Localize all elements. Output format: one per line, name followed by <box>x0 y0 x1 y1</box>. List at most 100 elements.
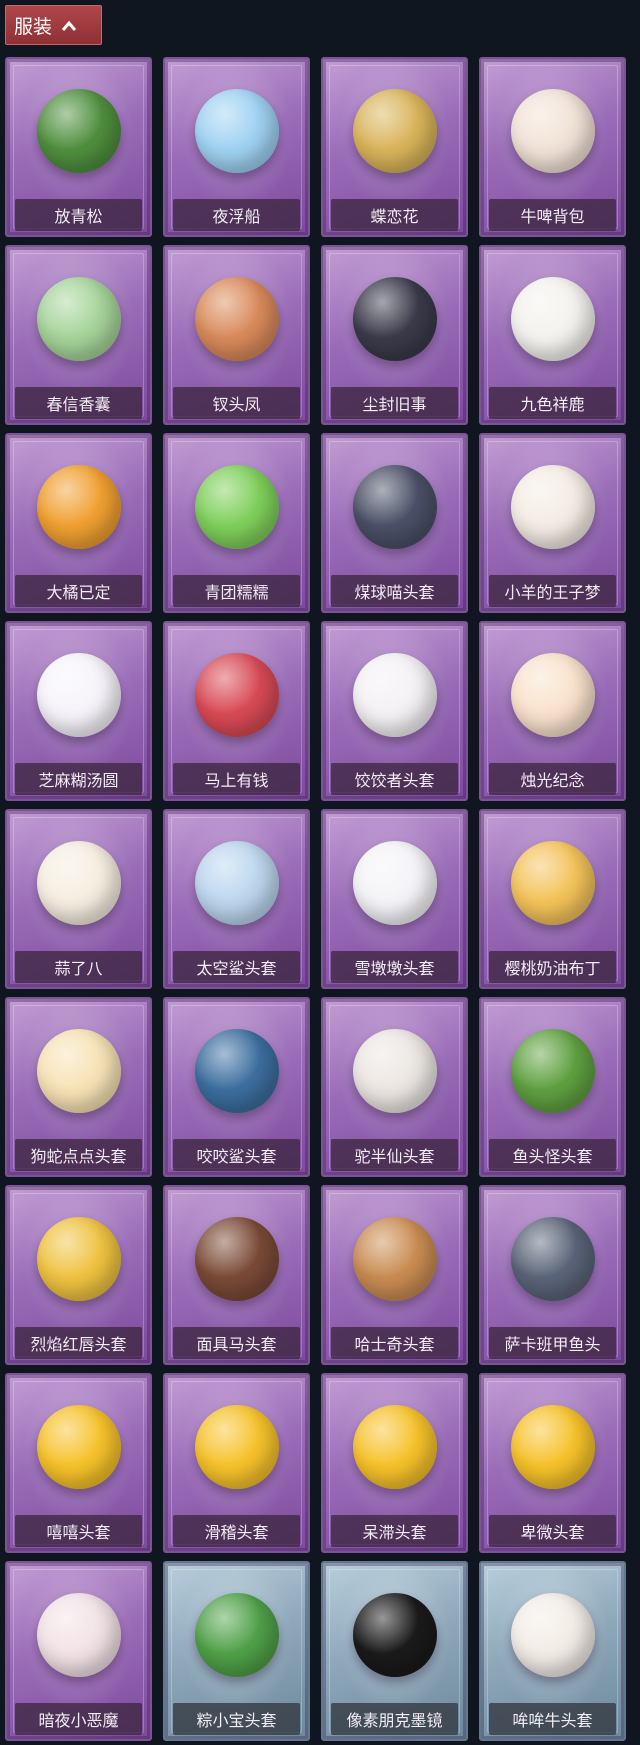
costume-card[interactable]: 九色祥鹿 <box>479 245 626 425</box>
costume-card-label: 嘻嘻头套 <box>15 1515 142 1547</box>
costume-card-label: 哈士奇头套 <box>331 1327 458 1359</box>
costume-card-label: 小羊的王子梦 <box>489 575 616 607</box>
costume-card-label: 夜浮船 <box>173 199 300 231</box>
zongzi-head-icon <box>189 1579 285 1691</box>
costume-card[interactable]: 钗头凤 <box>163 245 310 425</box>
costume-card[interactable]: 咬咬鲨头套 <box>163 997 310 1177</box>
jellyfish-icon <box>189 75 285 187</box>
costume-card-label: 蒜了八 <box>15 951 142 983</box>
costume-card[interactable]: 樱桃奶油布丁 <box>479 809 626 989</box>
orange-icon <box>31 451 127 563</box>
costume-card[interactable]: 饺饺者头套 <box>321 621 468 801</box>
costume-card[interactable]: 夜浮船 <box>163 57 310 237</box>
costume-card-label: 太空鲨头套 <box>173 951 300 983</box>
sheep-head-icon <box>505 451 601 563</box>
costume-card[interactable]: 牛啤背包 <box>479 57 626 237</box>
phoenix-crown-doll-icon <box>189 263 285 375</box>
costume-card-label: 狗蛇点点头套 <box>15 1139 142 1171</box>
costume-card-label: 青团糯糯 <box>173 575 300 607</box>
husky-head-icon <box>347 1203 443 1315</box>
costume-card-label: 面具马头套 <box>173 1327 300 1359</box>
costume-card[interactable]: 驼半仙头套 <box>321 997 468 1177</box>
costume-card[interactable]: 马上有钱 <box>163 621 310 801</box>
bonsai-pine-icon <box>31 75 127 187</box>
costume-card[interactable]: 哈士奇头套 <box>321 1185 468 1365</box>
costume-card[interactable]: 放青松 <box>5 57 152 237</box>
costume-card-label: 饺饺者头套 <box>331 763 458 795</box>
costume-card[interactable]: 嘻嘻头套 <box>5 1373 152 1553</box>
costume-card[interactable]: 卑微头套 <box>479 1373 626 1553</box>
costume-section-toggle[interactable]: 服装 <box>5 5 102 45</box>
costume-card[interactable]: 蝶恋花 <box>321 57 468 237</box>
costume-card-label: 大橘已定 <box>15 575 142 607</box>
grin-emoji-icon <box>31 1391 127 1503</box>
costume-card[interactable]: 芝麻糊汤圆 <box>5 621 152 801</box>
costume-card[interactable]: 呆滞头套 <box>321 1373 468 1553</box>
costume-card[interactable]: 暗夜小恶魔 <box>5 1561 152 1741</box>
cloud-head-icon <box>347 639 443 751</box>
costume-card-label: 放青松 <box>15 199 142 231</box>
costume-card[interactable]: 煤球喵头套 <box>321 433 468 613</box>
costume-card[interactable]: 烛光纪念 <box>479 621 626 801</box>
costume-card-label: 鱼头怪头套 <box>489 1139 616 1171</box>
costume-card[interactable]: 像素朋克墨镜 <box>321 1561 468 1741</box>
section-title: 服装 <box>14 15 53 38</box>
cow-beer-mug-icon <box>505 75 601 187</box>
costume-card[interactable]: 太空鲨头套 <box>163 809 310 989</box>
smirk-emoji-icon <box>189 1391 285 1503</box>
costume-card[interactable]: 蒜了八 <box>5 809 152 989</box>
costume-card[interactable]: 鱼头怪头套 <box>479 997 626 1177</box>
costume-card[interactable]: 烈焰红唇头套 <box>5 1185 152 1365</box>
costume-card[interactable]: 青团糯糯 <box>163 433 310 613</box>
costume-card-label: 哞哞牛头套 <box>489 1703 616 1735</box>
costume-card-label: 萨卡班甲鱼头 <box>489 1327 616 1359</box>
pixel-sunglasses-icon <box>347 1579 443 1691</box>
costume-card-label: 驼半仙头套 <box>331 1139 458 1171</box>
bear-head-icon <box>347 1015 443 1127</box>
dog-snake-head-icon <box>31 1015 127 1127</box>
green-rice-ball-icon <box>189 451 285 563</box>
costume-card-label: 九色祥鹿 <box>489 387 616 419</box>
space-shark-icon <box>189 827 285 939</box>
fish-plush-icon <box>505 1203 601 1315</box>
cow-head-icon <box>505 1579 601 1691</box>
costume-card[interactable]: 滑稽头套 <box>163 1373 310 1553</box>
costume-card[interactable]: 粽小宝头套 <box>163 1561 310 1741</box>
costume-card-label: 呆滞头套 <box>331 1515 458 1547</box>
fish-head-icon <box>505 1015 601 1127</box>
snowman-head-icon <box>347 827 443 939</box>
costume-card-label: 烛光纪念 <box>489 763 616 795</box>
costume-card-label: 春信香囊 <box>15 387 142 419</box>
costume-card-label: 滑稽头套 <box>173 1515 300 1547</box>
costume-card[interactable]: 尘封旧事 <box>321 245 468 425</box>
costume-card-label: 樱桃奶油布丁 <box>489 951 616 983</box>
red-horse-icon <box>189 639 285 751</box>
pudding-icon <box>505 827 601 939</box>
costume-card-label: 尘封旧事 <box>331 387 458 419</box>
pikachu-head-icon <box>31 1203 127 1315</box>
costume-card[interactable]: 哞哞牛头套 <box>479 1561 626 1741</box>
costume-card-label: 钗头凤 <box>173 387 300 419</box>
costume-card-label: 雪墩墩头套 <box>331 951 458 983</box>
costume-card-label: 蝶恋花 <box>331 199 458 231</box>
costume-card-label: 牛啤背包 <box>489 199 616 231</box>
costume-card-label: 煤球喵头套 <box>331 575 458 607</box>
flower-wreath-icon <box>347 75 443 187</box>
garlic-icon <box>31 827 127 939</box>
costume-card[interactable]: 面具马头套 <box>163 1185 310 1365</box>
deer-icon <box>505 263 601 375</box>
chibi-figure-icon <box>347 263 443 375</box>
costume-card-label: 芝麻糊汤圆 <box>15 763 142 795</box>
cat-head-icon <box>347 451 443 563</box>
costume-card[interactable]: 小羊的王子梦 <box>479 433 626 613</box>
sachet-icon <box>31 263 127 375</box>
horse-mask-icon <box>189 1203 285 1315</box>
costume-grid: 放青松 夜浮船 蝶恋花 牛啤背包春信香囊 钗头凤 尘封旧事 九色祥鹿大橘已定 青团糯糯 煤球喵头… <box>5 57 626 1741</box>
costume-card-label: 暗夜小恶魔 <box>15 1703 142 1735</box>
costume-card[interactable]: 狗蛇点点头套 <box>5 997 152 1177</box>
costume-card[interactable]: 萨卡班甲鱼头 <box>479 1185 626 1365</box>
costume-card[interactable]: 大橘已定 <box>5 433 152 613</box>
costume-card[interactable]: 春信香囊 <box>5 245 152 425</box>
costume-card[interactable]: 雪墩墩头套 <box>321 809 468 989</box>
costume-card-label: 卑微头套 <box>489 1515 616 1547</box>
